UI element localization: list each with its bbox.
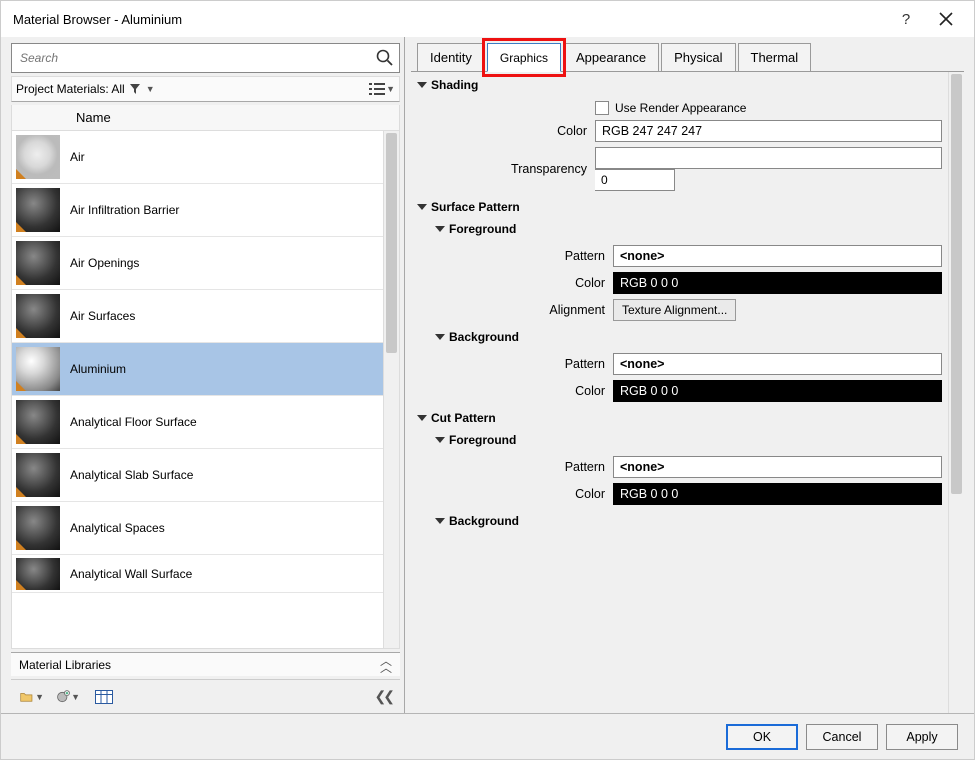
material-libraries-label: Material Libraries bbox=[19, 658, 111, 672]
label-transparency: Transparency bbox=[417, 162, 595, 176]
filter-icon[interactable] bbox=[129, 83, 141, 95]
folder-icon[interactable]: ▼ bbox=[19, 686, 45, 708]
label-pattern: Pattern bbox=[435, 357, 613, 371]
material-swatch bbox=[16, 400, 60, 444]
list-item[interactable]: Air Surfaces bbox=[12, 290, 399, 343]
label-pattern: Pattern bbox=[435, 249, 613, 263]
grid-icon[interactable] bbox=[91, 686, 117, 708]
material-swatch bbox=[16, 294, 60, 338]
ok-button[interactable]: OK bbox=[726, 724, 798, 750]
material-swatch bbox=[16, 135, 60, 179]
close-button[interactable] bbox=[926, 1, 966, 37]
list-item[interactable]: Analytical Floor Surface bbox=[12, 396, 399, 449]
chevron-down-icon bbox=[435, 437, 445, 443]
material-name: Analytical Floor Surface bbox=[70, 415, 197, 429]
tab-bar: Identity Graphics Appearance Physical Th… bbox=[411, 43, 964, 72]
chevron-down-icon bbox=[435, 518, 445, 524]
window-title: Material Browser - Aluminium bbox=[13, 12, 886, 27]
material-name: Air Infiltration Barrier bbox=[70, 203, 179, 217]
section-shading[interactable]: Shading bbox=[417, 74, 942, 96]
material-name: Air bbox=[70, 150, 85, 164]
chevron-down-icon bbox=[417, 204, 427, 210]
label-pattern: Pattern bbox=[435, 460, 613, 474]
section-surface-pattern[interactable]: Surface Pattern bbox=[417, 196, 942, 218]
shading-color-field[interactable]: RGB 247 247 247 bbox=[595, 120, 942, 142]
expand-up-icon[interactable]: ︿︿ bbox=[380, 658, 392, 672]
title-bar: Material Browser - Aluminium ? bbox=[1, 1, 974, 37]
tab-thermal[interactable]: Thermal bbox=[738, 43, 812, 72]
use-render-checkbox[interactable]: Use Render Appearance bbox=[595, 101, 942, 115]
dialog-footer: OK Cancel Apply bbox=[1, 713, 974, 759]
material-name: Analytical Slab Surface bbox=[70, 468, 193, 482]
material-name: Aluminium bbox=[70, 362, 126, 376]
material-swatch bbox=[16, 453, 60, 497]
new-material-icon[interactable]: ▼ bbox=[55, 686, 81, 708]
texture-alignment-button[interactable]: Texture Alignment... bbox=[613, 299, 736, 321]
checkbox-icon[interactable] bbox=[595, 101, 609, 115]
collapse-left-icon[interactable]: ❮❮ bbox=[375, 688, 392, 705]
label-color: Color bbox=[435, 276, 613, 290]
filter-dropdown-icon[interactable]: ▼ bbox=[146, 84, 155, 94]
chevron-down-icon bbox=[417, 415, 427, 421]
tab-graphics[interactable]: Graphics bbox=[487, 43, 561, 72]
subsection-background[interactable]: Background bbox=[435, 510, 942, 532]
search-input[interactable] bbox=[18, 50, 373, 66]
chevron-down-icon bbox=[435, 226, 445, 232]
project-filter-label: Project Materials: All bbox=[16, 82, 125, 96]
label-color: Color bbox=[435, 487, 613, 501]
material-name: Analytical Spaces bbox=[70, 521, 165, 535]
subsection-foreground[interactable]: Foreground bbox=[435, 429, 942, 451]
tab-physical[interactable]: Physical bbox=[661, 43, 735, 72]
material-swatch bbox=[16, 347, 60, 391]
surface-fg-pattern[interactable]: <none> bbox=[613, 245, 942, 267]
list-item[interactable]: Analytical Spaces bbox=[12, 502, 399, 555]
subsection-background[interactable]: Background bbox=[435, 326, 942, 348]
list-item[interactable]: Air Infiltration Barrier bbox=[12, 184, 399, 237]
view-list-icon[interactable] bbox=[369, 82, 385, 96]
list-item[interactable]: Analytical Wall Surface bbox=[12, 555, 399, 593]
transparency-field[interactable]: 0 bbox=[595, 147, 942, 191]
section-cut-pattern[interactable]: Cut Pattern bbox=[417, 407, 942, 429]
left-toolbar: ▼ ▼ ❮❮ bbox=[11, 679, 400, 713]
list-item[interactable]: Air Openings bbox=[12, 237, 399, 290]
panel-scrollbar[interactable] bbox=[948, 72, 964, 713]
search-icon bbox=[375, 48, 395, 68]
cancel-button[interactable]: Cancel bbox=[806, 724, 878, 750]
material-name: Air Openings bbox=[70, 256, 139, 270]
chevron-down-icon bbox=[417, 82, 427, 88]
material-libraries-bar[interactable]: Material Libraries ︿︿ bbox=[11, 652, 400, 676]
cut-fg-pattern[interactable]: <none> bbox=[613, 456, 942, 478]
help-button[interactable]: ? bbox=[886, 1, 926, 37]
material-swatch bbox=[16, 558, 60, 590]
list-item[interactable]: Air bbox=[12, 131, 399, 184]
material-swatch bbox=[16, 241, 60, 285]
list-item[interactable]: Analytical Slab Surface bbox=[12, 449, 399, 502]
tab-identity[interactable]: Identity bbox=[417, 43, 485, 72]
label-color: Color bbox=[417, 124, 595, 138]
label-color: Color bbox=[435, 384, 613, 398]
project-filter-bar[interactable]: Project Materials: All ▼ ▼ bbox=[11, 76, 400, 102]
cut-fg-color[interactable]: RGB 0 0 0 bbox=[613, 483, 942, 505]
tab-appearance[interactable]: Appearance bbox=[563, 43, 659, 72]
list-item-selected[interactable]: Aluminium bbox=[12, 343, 399, 396]
material-name: Air Surfaces bbox=[70, 309, 135, 323]
view-dropdown-icon[interactable]: ▼ bbox=[386, 84, 395, 94]
label-alignment: Alignment bbox=[435, 303, 613, 317]
surface-bg-color[interactable]: RGB 0 0 0 bbox=[613, 380, 942, 402]
chevron-down-icon bbox=[435, 334, 445, 340]
material-swatch bbox=[16, 188, 60, 232]
surface-fg-color[interactable]: RGB 0 0 0 bbox=[613, 272, 942, 294]
material-swatch bbox=[16, 506, 60, 550]
search-box[interactable] bbox=[11, 43, 400, 73]
subsection-foreground[interactable]: Foreground bbox=[435, 218, 942, 240]
list-header-name[interactable]: Name bbox=[12, 105, 399, 131]
material-name: Analytical Wall Surface bbox=[70, 567, 192, 581]
apply-button[interactable]: Apply bbox=[886, 724, 958, 750]
list-scrollbar[interactable] bbox=[383, 131, 399, 648]
surface-bg-pattern[interactable]: <none> bbox=[613, 353, 942, 375]
